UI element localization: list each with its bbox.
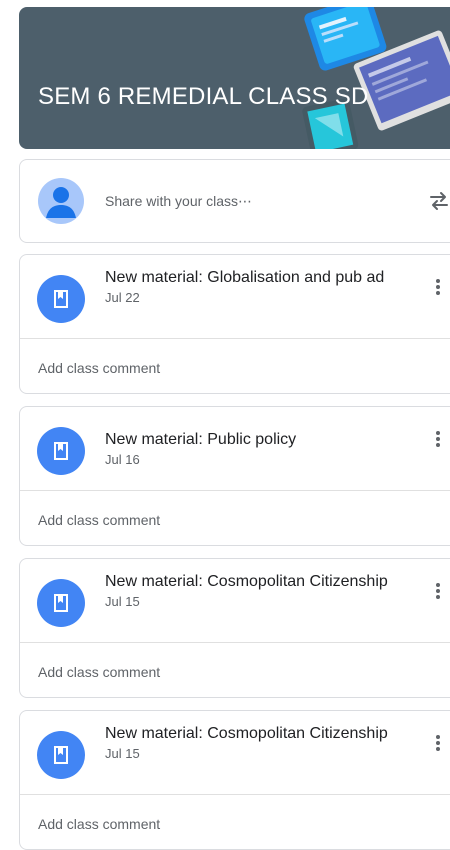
post-date: Jul 15 [105, 594, 140, 609]
avatar-icon [38, 178, 84, 224]
divider [20, 794, 450, 795]
post-date: Jul 16 [105, 452, 140, 467]
post-title-text[interactable]: New material: Globalisation and pub ad [105, 269, 384, 286]
add-class-comment[interactable]: Add class comment [38, 360, 160, 376]
more-options-icon[interactable] [428, 275, 448, 299]
post-title[interactable]: New material: Public policy Jul 16 [105, 429, 395, 470]
post-date: Jul 15 [105, 746, 140, 761]
more-options-icon[interactable] [428, 731, 448, 755]
more-options-icon[interactable] [428, 579, 448, 603]
share-input[interactable]: Share with your class⋯ [105, 193, 252, 210]
divider [20, 338, 450, 339]
add-class-comment[interactable]: Add class comment [38, 512, 160, 528]
post-title[interactable]: New material: Globalisation and pub ad J… [105, 267, 395, 308]
add-class-comment[interactable]: Add class comment [38, 816, 160, 832]
divider [20, 642, 450, 643]
post-date: Jul 22 [105, 290, 140, 305]
stream-post[interactable]: New material: Cosmopolitan Citizenship J… [19, 710, 450, 850]
stream-post[interactable]: New material: Cosmopolitan Citizenship J… [19, 558, 450, 698]
post-title[interactable]: New material: Cosmopolitan Citizenship J… [105, 723, 395, 764]
material-icon [37, 579, 85, 627]
post-title-text[interactable]: New material: Cosmopolitan Citizenship [105, 725, 388, 742]
banner-illustration [260, 7, 450, 149]
add-class-comment[interactable]: Add class comment [38, 664, 160, 680]
stream-post[interactable]: New material: Public policy Jul 16 Add c… [19, 406, 450, 546]
divider [20, 490, 450, 491]
material-icon [37, 427, 85, 475]
post-title-text[interactable]: New material: Cosmopolitan Citizenship [105, 573, 388, 590]
material-icon [37, 275, 85, 323]
stream-post[interactable]: New material: Globalisation and pub ad J… [19, 254, 450, 394]
post-title-text[interactable]: New material: Public policy [105, 431, 296, 448]
post-title[interactable]: New material: Cosmopolitan Citizenship J… [105, 571, 395, 612]
repost-icon[interactable] [427, 189, 450, 213]
class-banner: SEM 6 REMEDIAL CLASS SD [19, 7, 450, 149]
material-icon [37, 731, 85, 779]
more-options-icon[interactable] [428, 427, 448, 451]
share-box[interactable]: Share with your class⋯ [19, 159, 450, 243]
class-title: SEM 6 REMEDIAL CLASS SD [38, 83, 369, 110]
